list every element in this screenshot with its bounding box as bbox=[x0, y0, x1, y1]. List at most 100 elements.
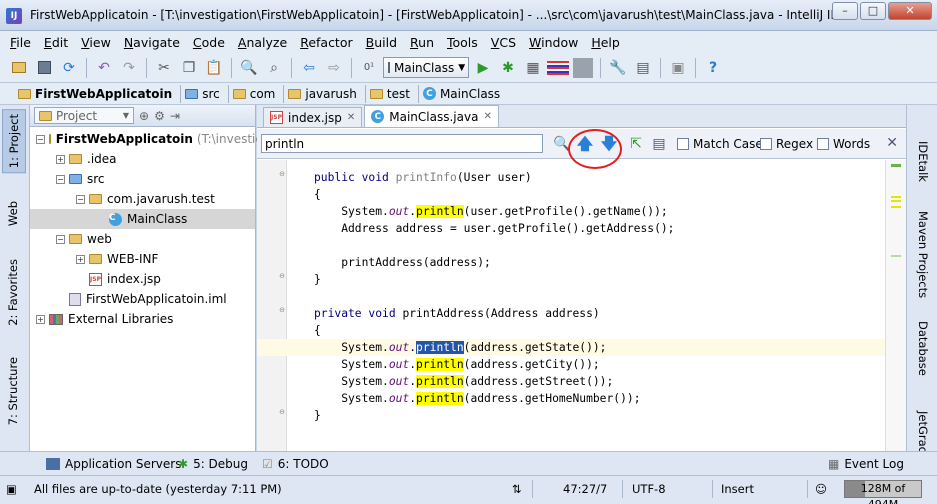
expand-toggle-icon[interactable]: − bbox=[76, 194, 85, 204]
replace-icon[interactable]: ⌕ bbox=[263, 57, 285, 79]
breadcrumb-javarush[interactable]: javarush bbox=[284, 84, 366, 103]
regex-checkbox[interactable]: Regex bbox=[760, 137, 813, 151]
words-checkbox[interactable]: Words bbox=[817, 137, 870, 151]
menu-code[interactable]: Code bbox=[193, 35, 225, 50]
tab-debug[interactable]: ✱ 5: Debug bbox=[178, 457, 248, 471]
editor-scrollbar[interactable] bbox=[885, 160, 906, 451]
tree-item[interactable]: JSP index.jsp bbox=[30, 269, 255, 289]
redo-icon[interactable]: ↷ bbox=[118, 57, 140, 79]
menu-navigate[interactable]: Navigate bbox=[124, 35, 180, 50]
menu-tools[interactable]: Tools bbox=[447, 35, 478, 50]
tree-item[interactable]: + .idea bbox=[30, 149, 255, 169]
vcs-icon[interactable] bbox=[547, 57, 569, 79]
tab-idetalk[interactable]: IDEtalk bbox=[916, 141, 930, 182]
expand-toggle-icon[interactable]: + bbox=[56, 154, 65, 164]
tab-structure[interactable]: 7: Structure bbox=[6, 357, 20, 425]
close-icon[interactable]: ✕ bbox=[483, 111, 491, 122]
tree-item[interactable]: FirstWebApplicatoin.iml bbox=[30, 289, 255, 309]
caret-position[interactable]: 47:27/7 bbox=[563, 482, 607, 496]
breadcrumb-project[interactable]: FirstWebApplicatoin bbox=[14, 84, 182, 103]
menu-build[interactable]: Build bbox=[366, 35, 397, 50]
menu-window[interactable]: Window bbox=[529, 35, 578, 50]
project-structure-icon[interactable]: ▤ bbox=[632, 57, 654, 79]
search-input[interactable] bbox=[261, 134, 543, 153]
help-icon[interactable]: ? bbox=[702, 57, 724, 79]
occurrence-marker[interactable] bbox=[891, 196, 901, 198]
expand-toggle-icon[interactable]: − bbox=[56, 234, 65, 244]
run-configuration-select[interactable]: MainClass ▼ bbox=[383, 57, 469, 78]
menu-help[interactable]: Help bbox=[591, 35, 620, 50]
tab-web[interactable]: Web bbox=[6, 201, 20, 226]
tab-index-jsp[interactable]: JSP index.jsp ✕ bbox=[263, 107, 363, 127]
tree-item[interactable]: − web bbox=[30, 229, 255, 249]
tree-item[interactable]: − src bbox=[30, 169, 255, 189]
menu-vcs[interactable]: VCS bbox=[491, 35, 516, 50]
menu-run[interactable]: Run bbox=[410, 35, 434, 50]
menu-edit[interactable]: Edit bbox=[44, 35, 68, 50]
breadcrumb-src[interactable]: src bbox=[181, 84, 229, 103]
menu-refactor[interactable]: Refactor bbox=[300, 35, 352, 50]
tab-database[interactable]: Database bbox=[916, 321, 930, 376]
tab-maven-projects[interactable]: Maven Projects bbox=[916, 211, 930, 298]
open-icon[interactable] bbox=[8, 57, 30, 79]
gear-icon[interactable]: ⚙ bbox=[154, 109, 165, 123]
tab-mainclass-java[interactable]: C MainClass.java ✕ bbox=[364, 105, 499, 127]
status-message[interactable]: All files are up-to-date (yesterday 7:11… bbox=[34, 482, 282, 496]
breadcrumb-mainclass[interactable]: C MainClass bbox=[419, 85, 508, 103]
copy-icon[interactable]: ❐ bbox=[178, 57, 200, 79]
change-marker[interactable] bbox=[891, 255, 901, 257]
forward-icon[interactable]: ⇨ bbox=[323, 57, 345, 79]
close-button[interactable]: ✕ bbox=[888, 2, 932, 20]
project-view-select[interactable]: Project ▼ bbox=[34, 107, 134, 124]
debug-icon[interactable]: ✱ bbox=[497, 57, 519, 79]
cut-icon[interactable]: ✂ bbox=[153, 57, 175, 79]
menu-analyze[interactable]: Analyze bbox=[238, 35, 287, 50]
occurrence-marker[interactable] bbox=[891, 206, 901, 208]
close-icon[interactable]: ✕ bbox=[886, 135, 898, 151]
tab-event-log[interactable]: ▦ Event Log bbox=[828, 457, 904, 471]
minimize-button[interactable]: – bbox=[832, 2, 858, 20]
status-toggle-icon[interactable]: ▣ bbox=[6, 482, 17, 496]
expand-toggle-icon[interactable]: − bbox=[36, 134, 45, 144]
file-encoding[interactable]: UTF-8 bbox=[632, 482, 666, 496]
expand-toggle-icon[interactable]: + bbox=[36, 314, 45, 324]
close-icon[interactable]: ✕ bbox=[347, 112, 355, 123]
code-area[interactable]: public void printInfo(User user) { System… bbox=[257, 160, 885, 451]
settings-icon[interactable]: 🔧 bbox=[607, 57, 629, 79]
paste-icon[interactable]: 📋 bbox=[203, 57, 225, 79]
tab-project[interactable]: 1: Project bbox=[2, 109, 26, 174]
insert-mode[interactable]: Insert bbox=[721, 482, 754, 496]
inspector-icon[interactable]: ☺ bbox=[815, 482, 827, 496]
run-icon[interactable]: ▶ bbox=[472, 57, 494, 79]
expand-toggle-icon[interactable]: − bbox=[56, 174, 65, 184]
make-icon[interactable]: 0¹ bbox=[358, 57, 380, 79]
menu-file[interactable]: File bbox=[10, 35, 31, 50]
tab-favorites[interactable]: 2: Favorites bbox=[6, 259, 20, 326]
expand-toggle-icon[interactable]: + bbox=[76, 254, 85, 264]
sync-icon[interactable]: ⟳ bbox=[58, 57, 80, 79]
tree-item[interactable]: + WEB-INF bbox=[30, 249, 255, 269]
hector-icon[interactable]: ⇅ bbox=[512, 482, 522, 496]
tree-item[interactable]: − FirstWebApplicatoin (T:\investigat bbox=[30, 129, 275, 149]
tree-item[interactable]: + External Libraries bbox=[30, 309, 255, 329]
find-icon[interactable]: 🔍 bbox=[238, 57, 260, 79]
profiler-icon[interactable] bbox=[572, 57, 594, 79]
match-case-checkbox[interactable]: Match Case bbox=[677, 137, 763, 151]
memory-indicator[interactable]: 128M of 494M bbox=[844, 480, 922, 504]
tab-application-servers[interactable]: Application Servers bbox=[46, 457, 181, 471]
breadcrumb-test[interactable]: test bbox=[366, 84, 419, 103]
back-icon[interactable]: ⇦ bbox=[298, 57, 320, 79]
filter-icon[interactable]: ▤ bbox=[650, 135, 668, 153]
breadcrumb-com[interactable]: com bbox=[229, 84, 285, 103]
tab-todo[interactable]: ☑ 6: TODO bbox=[262, 457, 329, 471]
menu-view[interactable]: View bbox=[81, 35, 111, 50]
scroll-from-source-icon[interactable]: ⊕ bbox=[139, 109, 149, 123]
save-icon[interactable] bbox=[33, 57, 55, 79]
tree-item[interactable]: − com.javarush.test bbox=[30, 189, 255, 209]
sdk-icon[interactable]: ▣ bbox=[667, 57, 689, 79]
coverage-icon[interactable]: ▦ bbox=[522, 57, 544, 79]
tree-item[interactable]: C MainClass bbox=[30, 209, 255, 229]
export-occurrences-icon[interactable]: ⇱ bbox=[627, 135, 645, 153]
occurrence-marker[interactable] bbox=[891, 200, 901, 202]
hide-panel-icon[interactable]: ⇥ bbox=[170, 109, 180, 123]
